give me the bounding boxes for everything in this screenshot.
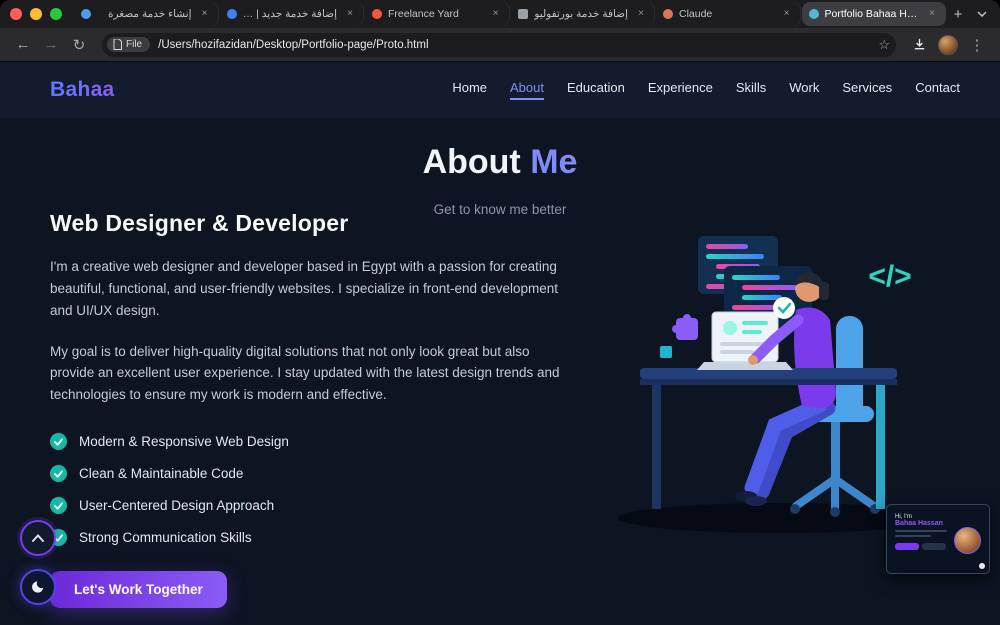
scroll-to-top-button[interactable] [20, 520, 56, 556]
mini-button [922, 543, 946, 550]
tab-close-icon[interactable]: × [925, 7, 939, 21]
checklist-item: Strong Communication Skills [50, 529, 572, 547]
check-icon [50, 433, 67, 451]
section-heading: Web Designer & Developer [50, 210, 349, 236]
traffic-lights [10, 8, 62, 20]
nav-link[interactable]: Skills [736, 80, 766, 100]
check-icon [50, 497, 67, 515]
check-label: User-Centered Design Approach [79, 498, 275, 514]
site-navbar: Bahaa Home About Education Experience Sk… [0, 62, 1000, 117]
browser-tab[interactable]: Claude × [656, 2, 801, 26]
url-text[interactable]: /Users/hozifazidan/Desktop/Portfolio-pag… [158, 39, 870, 51]
back-icon[interactable]: ← [10, 32, 36, 58]
mini-text-line [895, 535, 932, 537]
forward-icon[interactable]: → [38, 32, 64, 58]
nav-link[interactable]: Experience [648, 80, 713, 100]
download-icon[interactable] [906, 32, 932, 58]
check-label: Strong Communication Skills [79, 530, 252, 546]
mini-theme-dot [979, 563, 985, 569]
tab-search-icon[interactable] [970, 2, 994, 26]
code-brackets-icon: </> [868, 260, 911, 293]
page-title-main: About [422, 143, 531, 181]
mini-preview-window[interactable]: Hi, I'm Bahaa Hassan [886, 504, 990, 574]
tab-title: إضافة خدمة بورتفوليو [534, 8, 628, 20]
browser-toolbar: ← → ↻ File /Users/hozifazidan/Desktop/Po… [0, 28, 1000, 62]
tab-close-icon[interactable]: × [634, 7, 648, 21]
browser-tab[interactable]: Portfolio Bahaa Hassan × [801, 2, 946, 26]
developer-illustration: </> [618, 236, 942, 533]
tab-close-icon[interactable]: × [198, 7, 212, 21]
minimize-window-button[interactable] [30, 8, 42, 20]
nav-link[interactable]: Contact [915, 80, 960, 100]
tab-title: إنشاء خدمة مصغرة [107, 8, 192, 20]
portfolio-page: Bahaa Home About Education Experience Sk… [0, 62, 1000, 625]
nav-link[interactable]: Home [452, 80, 487, 100]
nav-links: Home About Education Experience Skills W… [452, 80, 960, 100]
new-tab-button[interactable]: + [946, 2, 970, 26]
tab-title: Claude [679, 8, 713, 20]
tab-favicon [81, 9, 91, 19]
mini-name: Bahaa Hassan [895, 520, 943, 527]
theme-toggle-button[interactable] [20, 569, 56, 605]
nav-link[interactable]: Education [567, 80, 625, 100]
check-icon [50, 465, 67, 483]
mini-avatar [954, 527, 981, 554]
mini-preview-text: Hi, I'm Bahaa Hassan [895, 514, 947, 567]
browser-tab[interactable]: إضافة خدمة بورتفوليو × [511, 2, 656, 26]
maximize-window-button[interactable] [50, 8, 62, 20]
checklist: Modern & Responsive Web Design Clean & M… [50, 433, 572, 547]
nav-link[interactable]: Services [842, 80, 892, 100]
tab-title: Freelance Yard [388, 8, 459, 20]
close-window-button[interactable] [10, 8, 22, 20]
check-label: Clean & Maintainable Code [79, 466, 244, 482]
tab-favicon [663, 9, 673, 19]
tab-strip: إنشاء خدمة مصغرة × إضافة خدمة جديد | نفذ… [0, 0, 1000, 28]
menu-icon[interactable]: ⋮ [964, 32, 990, 58]
checklist-item: User-Centered Design Approach [50, 497, 572, 515]
checklist-item: Modern & Responsive Web Design [50, 433, 572, 451]
chevron-up-icon [32, 534, 44, 542]
address-bar[interactable]: File /Users/hozifazidan/Desktop/Portfoli… [102, 32, 896, 57]
tab-favicon [226, 9, 237, 19]
mini-text-line [895, 530, 947, 532]
tab-close-icon[interactable]: × [780, 7, 794, 21]
tab-close-icon[interactable]: × [343, 7, 357, 21]
tab-favicon [808, 9, 819, 19]
page-title: About Me [0, 143, 1000, 182]
tab-favicon [372, 9, 382, 19]
mini-button [895, 543, 919, 550]
file-icon [113, 39, 122, 50]
about-content: Web Designer & Developer I'm a creative … [50, 210, 572, 609]
browser-tab[interactable]: إنشاء خدمة مصغرة × [74, 2, 219, 26]
site-logo[interactable]: Bahaa [50, 78, 115, 102]
tab-favicon [517, 9, 528, 19]
about-paragraph-1: I'm a creative web designer and develope… [50, 259, 559, 318]
browser-window: إنشاء خدمة مصغرة × إضافة خدمة جديد | نفذ… [0, 0, 1000, 625]
file-scheme-badge: File [107, 37, 151, 52]
tab-title: إضافة خدمة جديد | نفذلي [243, 8, 338, 20]
moon-icon [32, 581, 44, 593]
tab-title: Portfolio Bahaa Hassan [824, 8, 920, 20]
profile-avatar[interactable] [938, 34, 958, 55]
reload-icon[interactable]: ↻ [66, 32, 92, 58]
nav-link[interactable]: About [510, 80, 544, 100]
page-title-accent: Me [530, 143, 578, 181]
bookmark-star-icon[interactable]: ☆ [878, 37, 890, 53]
checklist-item: Clean & Maintainable Code [50, 465, 572, 483]
tab-close-icon[interactable]: × [489, 7, 503, 21]
tab-list: إنشاء خدمة مصغرة × إضافة خدمة جديد | نفذ… [74, 0, 946, 28]
about-paragraph-2: My goal is to deliver high-quality digit… [50, 343, 560, 403]
check-label: Modern & Responsive Web Design [79, 434, 289, 450]
nav-link[interactable]: Work [789, 80, 819, 100]
browser-tab[interactable]: Freelance Yard × [365, 2, 510, 26]
lets-work-together-button[interactable]: Let's Work Together [50, 571, 227, 609]
browser-tab[interactable]: إضافة خدمة جديد | نفذلي × [220, 2, 365, 26]
